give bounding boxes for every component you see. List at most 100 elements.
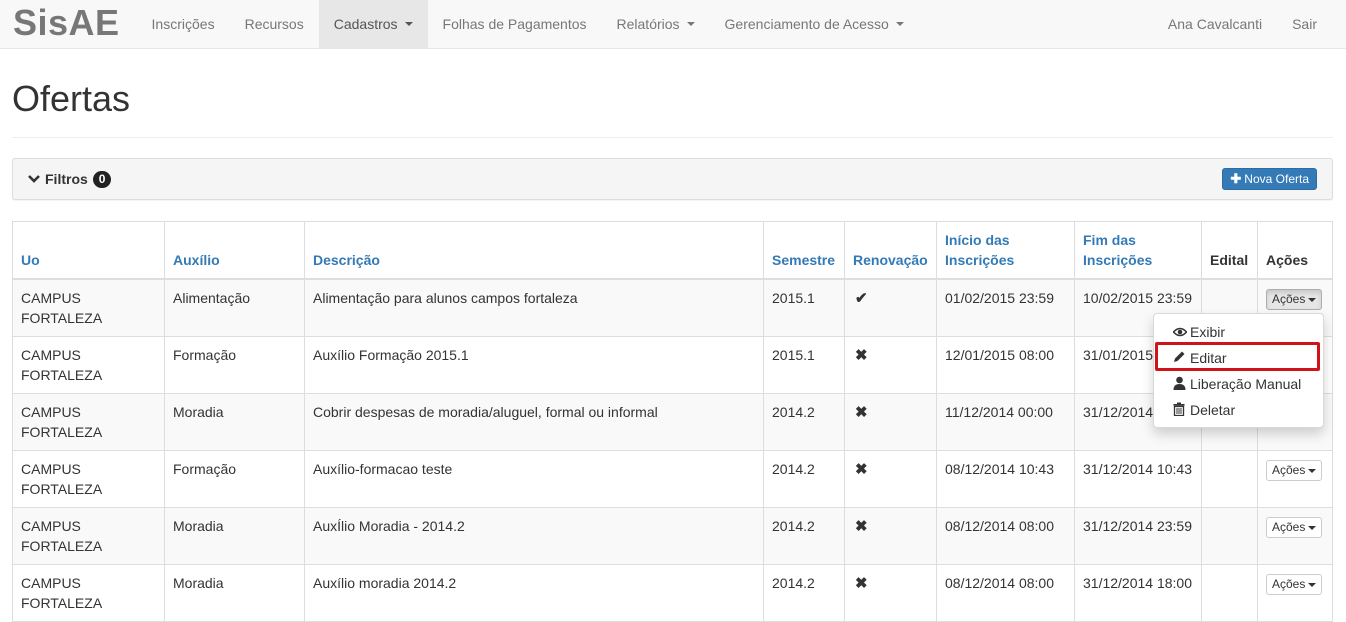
cell-auxilio: Moradia xyxy=(164,564,305,622)
cell-descricao: AuxÍlio Moradia - 2014.2 xyxy=(304,507,764,565)
cell-semestre: 2015.1 xyxy=(763,278,845,337)
cell-auxilio: Moradia xyxy=(164,393,305,451)
divider xyxy=(12,137,1333,138)
cell-descricao: Auxílio-formacao teste xyxy=(304,450,764,508)
caret-down-icon xyxy=(1308,525,1317,530)
eye-icon xyxy=(1172,325,1190,340)
table-row: CAMPUS FORTALEZA Moradia Cobrir despesas… xyxy=(12,393,1333,451)
column-header-fim[interactable]: Fim das Inscrições xyxy=(1074,221,1202,280)
user-nav: Ana Cavalcanti Sair xyxy=(1153,0,1346,48)
column-header-semestre[interactable]: Semestre xyxy=(763,221,845,280)
cell-renovacao: ✖ xyxy=(844,450,937,508)
cell-acoes: Ações xyxy=(1257,564,1333,622)
cell-uo: CAMPUS FORTALEZA xyxy=(12,507,165,565)
cell-inicio: 12/01/2015 08:00 xyxy=(936,336,1075,394)
actions-dropdown-button[interactable]: Ações xyxy=(1266,289,1323,310)
column-header-renovacao[interactable]: Renovação xyxy=(844,221,937,280)
cell-semestre: 2014.2 xyxy=(763,393,845,451)
cell-renovacao: ✖ xyxy=(844,393,937,451)
filter-panel: Filtros 0 ✚ Nova Oferta xyxy=(12,158,1333,200)
cell-semestre: 2014.2 xyxy=(763,450,845,508)
cell-uo: CAMPUS FORTALEZA xyxy=(12,336,165,394)
filter-label: Filtros xyxy=(45,171,88,187)
cell-semestre: 2014.2 xyxy=(763,507,845,565)
cross-icon: ✖ xyxy=(855,461,868,478)
caret-down-icon xyxy=(404,22,413,26)
cell-semestre: 2014.2 xyxy=(763,564,845,622)
user-icon xyxy=(1173,376,1190,393)
cell-inicio: 08/12/2014 08:00 xyxy=(936,507,1075,565)
caret-down-icon xyxy=(895,22,904,26)
pencil-icon xyxy=(1173,350,1190,366)
caret-down-icon xyxy=(1308,297,1317,302)
table-row: CAMPUS FORTALEZA Formação Auxílio Formaç… xyxy=(12,336,1333,394)
navbar: SisAE Inscrições Recursos Cadastros Folh… xyxy=(0,0,1346,49)
column-header-acoes: Ações xyxy=(1257,221,1333,280)
actions-dropdown-button[interactable]: Ações xyxy=(1266,574,1323,595)
cell-edital xyxy=(1201,507,1258,565)
cell-fim: 31/12/2014 23:59 xyxy=(1074,507,1202,565)
brand-logo[interactable]: SisAE xyxy=(0,0,137,48)
table-row: CAMPUS FORTALEZA Formação Auxílio-formac… xyxy=(12,450,1333,508)
table-row: CAMPUS FORTALEZA Moradia AuxÍlio Moradia… xyxy=(12,507,1333,565)
filter-toggle[interactable]: Filtros 0 xyxy=(28,170,112,188)
trash-icon xyxy=(1173,402,1190,419)
menu-item-liberacao-manual[interactable]: Liberação Manual xyxy=(1154,371,1323,397)
cell-inicio: 08/12/2014 08:00 xyxy=(936,564,1075,622)
cell-acoes: Ações xyxy=(1257,450,1333,508)
cell-auxilio: Alimentação xyxy=(164,278,305,337)
plus-icon: ✚ xyxy=(1230,171,1242,186)
cell-fim: 31/12/2014 18:00 xyxy=(1074,564,1202,622)
menu-item-editar[interactable]: Editar xyxy=(1154,345,1323,371)
cell-renovacao: ✖ xyxy=(844,336,937,394)
main-nav: Inscrições Recursos Cadastros Folhas de … xyxy=(137,0,919,48)
cell-edital xyxy=(1201,450,1258,508)
cross-icon: ✖ xyxy=(855,575,868,592)
nav-item-gerenciamento-acesso[interactable]: Gerenciamento de Acesso xyxy=(710,0,919,48)
cell-descricao: Auxílio Formação 2015.1 xyxy=(304,336,764,394)
cell-uo: CAMPUS FORTALEZA xyxy=(12,564,165,622)
cell-uo: CAMPUS FORTALEZA xyxy=(12,393,165,451)
menu-item-exibir[interactable]: Exibir xyxy=(1154,319,1323,345)
column-header-inicio[interactable]: Início das Inscrições xyxy=(936,221,1075,280)
actions-dropdown-button[interactable]: Ações xyxy=(1266,460,1323,481)
cell-inicio: 08/12/2014 10:43 xyxy=(936,450,1075,508)
column-header-uo[interactable]: Uo xyxy=(12,221,165,280)
table-header-row: Uo Auxílio Descrição Semestre Renovação … xyxy=(12,221,1333,280)
nav-item-cadastros[interactable]: Cadastros xyxy=(318,0,428,48)
menu-item-deletar[interactable]: Deletar xyxy=(1154,397,1323,423)
cross-icon: ✖ xyxy=(855,347,868,364)
cell-auxilio: Moradia xyxy=(164,507,305,565)
chevron-down-icon xyxy=(28,172,40,187)
logout-link[interactable]: Sair xyxy=(1277,0,1346,48)
check-icon: ✔ xyxy=(855,290,868,307)
cross-icon: ✖ xyxy=(855,518,868,535)
actions-dropdown-menu: Exibir Editar Liberação Manual Deletar xyxy=(1153,313,1324,428)
cell-acoes: Ações xyxy=(1257,507,1333,565)
new-offer-button[interactable]: ✚ Nova Oferta xyxy=(1222,168,1317,190)
cell-inicio: 11/12/2014 00:00 xyxy=(936,393,1075,451)
cell-auxilio: Formação xyxy=(164,450,305,508)
cell-renovacao: ✔ xyxy=(844,278,937,337)
cell-descricao: Auxílio moradia 2014.2 xyxy=(304,564,764,622)
user-name-link[interactable]: Ana Cavalcanti xyxy=(1153,0,1277,48)
filter-count-badge: 0 xyxy=(92,170,112,188)
actions-dropdown-button[interactable]: Ações xyxy=(1266,517,1323,538)
cross-icon: ✖ xyxy=(855,404,868,421)
cell-fim: 31/12/2014 10:43 xyxy=(1074,450,1202,508)
caret-down-icon xyxy=(1308,468,1317,473)
cell-uo: CAMPUS FORTALEZA xyxy=(12,450,165,508)
table-row: CAMPUS FORTALEZA Moradia Auxílio moradia… xyxy=(12,564,1333,622)
nav-item-folhas-pagamentos[interactable]: Folhas de Pagamentos xyxy=(428,0,602,48)
cell-renovacao: ✖ xyxy=(844,564,937,622)
nav-item-recursos[interactable]: Recursos xyxy=(230,0,319,48)
table-row: CAMPUS FORTALEZA Alimentação Alimentação… xyxy=(12,278,1333,337)
caret-down-icon xyxy=(686,22,695,26)
column-header-descricao[interactable]: Descrição xyxy=(304,221,764,280)
cell-uo: CAMPUS FORTALEZA xyxy=(12,278,165,337)
cell-auxilio: Formação xyxy=(164,336,305,394)
cell-descricao: Cobrir despesas de moradia/aluguel, form… xyxy=(304,393,764,451)
nav-item-inscricoes[interactable]: Inscrições xyxy=(137,0,230,48)
column-header-auxilio[interactable]: Auxílio xyxy=(164,221,305,280)
nav-item-relatorios[interactable]: Relatórios xyxy=(602,0,710,48)
